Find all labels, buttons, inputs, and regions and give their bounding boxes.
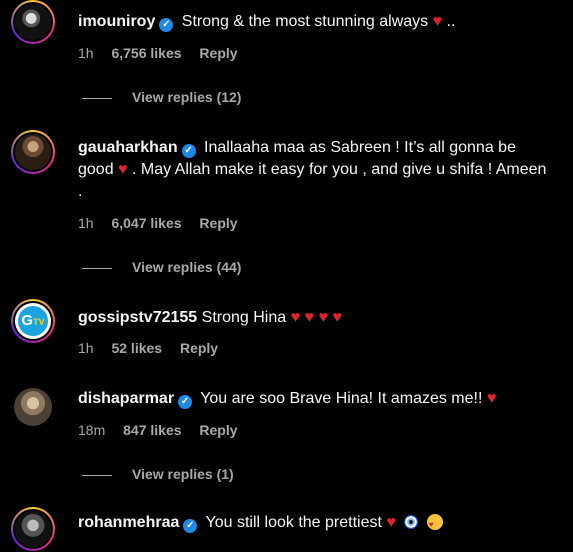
comment-username[interactable]: imouniroy: [78, 13, 155, 30]
comment-likes[interactable]: 847 likes: [123, 422, 181, 438]
comment-time[interactable]: 1h: [78, 215, 94, 231]
comment-time[interactable]: 18m: [78, 422, 105, 438]
nazar-amulet-icon: [404, 515, 419, 529]
avatar[interactable]: [11, 385, 55, 429]
verified-badge-icon: ✓: [183, 519, 198, 533]
avatar[interactable]: GTV: [11, 299, 55, 343]
comment-likes[interactable]: 52 likes: [111, 340, 162, 356]
comment-text: Strong & the most stunning always: [181, 13, 429, 30]
reply-button[interactable]: Reply: [199, 45, 237, 61]
reply-button[interactable]: Reply: [180, 340, 218, 356]
comment-text: You are soo Brave Hina! It amazes me!!: [200, 390, 483, 407]
comment-text-cont: . May Allah make it easy for you , and g…: [78, 161, 547, 200]
reply-button[interactable]: Reply: [199, 215, 237, 231]
comment-likes[interactable]: 6,047 likes: [111, 215, 181, 231]
verified-badge-icon: ✓: [181, 144, 196, 158]
comment-text-suffix: ..: [442, 13, 456, 30]
replies-divider: [82, 474, 112, 476]
reply-button[interactable]: Reply: [199, 422, 237, 438]
comment-text: You still look the prettiest: [205, 514, 382, 531]
heart-emoji-icon: ♥: [386, 514, 396, 531]
avatar[interactable]: [11, 130, 55, 174]
view-replies-button[interactable]: View replies (44): [82, 259, 241, 275]
verified-badge-icon: ✓: [159, 18, 174, 32]
gossips-tv-logo-icon: GTV: [18, 306, 48, 336]
comment-username[interactable]: dishaparmar: [78, 390, 174, 407]
comment-username[interactable]: gauaharkhan: [78, 139, 178, 156]
comment-likes[interactable]: 6,756 likes: [111, 45, 181, 61]
avatar[interactable]: [11, 507, 55, 551]
avatar[interactable]: [11, 0, 55, 44]
heart-emoji-icon: ♥ ♥ ♥ ♥: [290, 309, 342, 326]
verified-badge-icon: ✓: [178, 395, 193, 409]
comment-time[interactable]: 1h: [78, 340, 94, 356]
heart-emoji-icon: ♥: [432, 13, 443, 30]
view-replies-button[interactable]: View replies (12): [82, 89, 241, 105]
comment-username[interactable]: gossipstv72155: [78, 309, 197, 326]
view-replies-button[interactable]: View replies (1): [82, 466, 234, 482]
smiling-face-with-hearts-icon: ♥: [426, 514, 443, 530]
replies-divider: [82, 97, 112, 99]
heart-emoji-icon: ♥: [486, 390, 497, 407]
comment-username[interactable]: rohanmehraa: [78, 514, 179, 531]
heart-emoji-icon: ♥: [118, 161, 128, 178]
comment-text: Strong Hina: [201, 309, 287, 326]
comment-time[interactable]: 1h: [78, 45, 94, 61]
replies-divider: [82, 267, 112, 269]
